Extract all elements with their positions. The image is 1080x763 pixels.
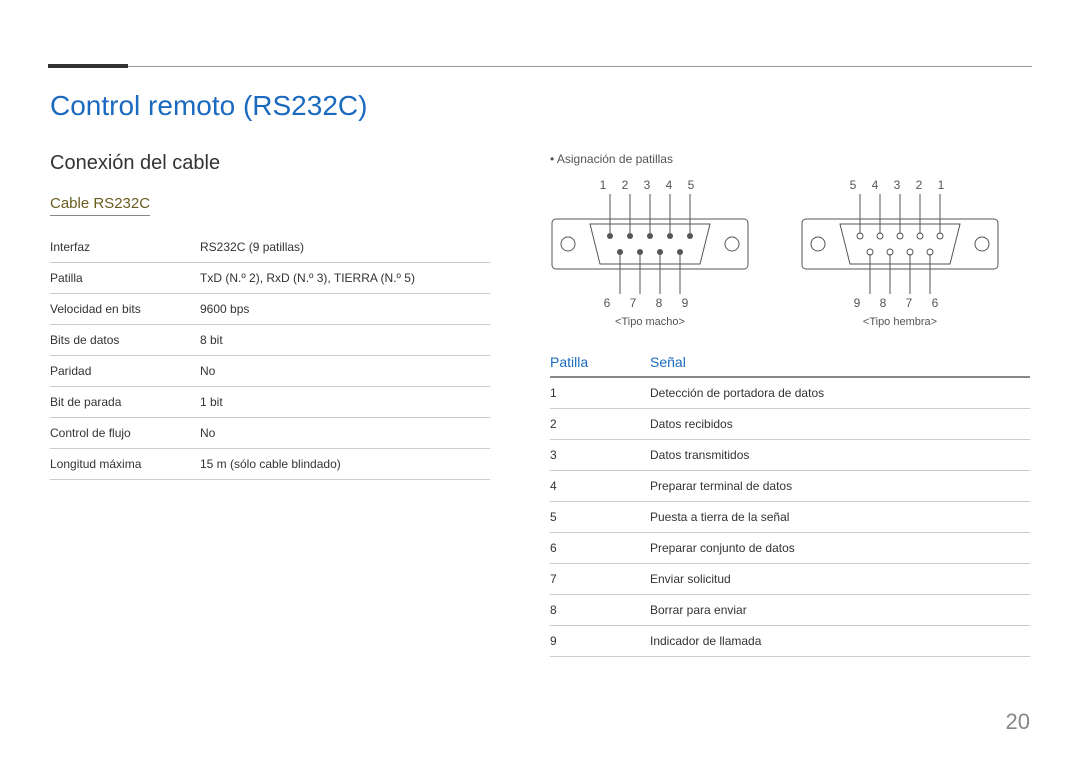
signal-pin: 4 — [550, 471, 650, 502]
spec-row: Bit de parada1 bit — [50, 387, 490, 418]
signal-name: Puesta a tierra de la señal — [650, 502, 1030, 533]
male-pins-bottom: 6 7 8 9 — [604, 296, 697, 310]
signal-table: Patilla Señal 1Detección de portadora de… — [550, 348, 1030, 657]
signal-row: 2Datos recibidos — [550, 409, 1030, 440]
signal-pin: 3 — [550, 440, 650, 471]
spec-value: RS232C (9 patillas) — [200, 232, 490, 263]
signal-name: Enviar solicitud — [650, 564, 1030, 595]
page-number: 20 — [1006, 709, 1030, 735]
signal-pin: 9 — [550, 626, 650, 657]
spec-label: Interfaz — [50, 232, 200, 263]
signal-row: 1Detección de portadora de datos — [550, 377, 1030, 409]
spec-value: TxD (N.º 2), RxD (N.º 3), TIERRA (N.º 5) — [200, 263, 490, 294]
db9-male-icon — [550, 194, 750, 294]
left-column: Conexión del cable Cable RS232C Interfaz… — [50, 152, 490, 657]
signal-row: 3Datos transmitidos — [550, 440, 1030, 471]
header-rule — [128, 66, 1032, 67]
male-pins-top: 1 2 3 4 5 — [600, 178, 701, 192]
spec-value: 1 bit — [200, 387, 490, 418]
female-label: <Tipo hembra> — [863, 316, 937, 328]
spec-label: Control de flujo — [50, 418, 200, 449]
female-pins-bottom: 9 8 7 6 — [854, 296, 947, 310]
content-columns: Conexión del cable Cable RS232C Interfaz… — [50, 152, 1030, 657]
spec-label: Paridad — [50, 356, 200, 387]
spec-table: InterfazRS232C (9 patillas)PatillaTxD (N… — [50, 232, 490, 480]
signal-row: 7Enviar solicitud — [550, 564, 1030, 595]
spec-value: 9600 bps — [200, 294, 490, 325]
signal-name: Datos transmitidos — [650, 440, 1030, 471]
signal-pin: 1 — [550, 377, 650, 409]
signal-header-signal: Señal — [650, 348, 1030, 377]
spec-row: InterfazRS232C (9 patillas) — [50, 232, 490, 263]
pin-assignment-label: Asignación de patillas — [550, 152, 1030, 166]
section-heading: Conexión del cable — [50, 152, 490, 175]
connector-diagrams: 1 2 3 4 5 — [550, 178, 1030, 328]
spec-row: Velocidad en bits9600 bps — [50, 294, 490, 325]
signal-row: 4Preparar terminal de datos — [550, 471, 1030, 502]
page-title: Control remoto (RS232C) — [50, 90, 1030, 122]
female-pins-top: 5 4 3 2 1 — [850, 178, 951, 192]
signal-row: 9Indicador de llamada — [550, 626, 1030, 657]
signal-row: 6Preparar conjunto de datos — [550, 533, 1030, 564]
spec-value: No — [200, 418, 490, 449]
spec-value: No — [200, 356, 490, 387]
male-label: <Tipo macho> — [615, 316, 685, 328]
chapter-marker — [48, 64, 128, 68]
signal-pin: 5 — [550, 502, 650, 533]
signal-row: 5Puesta a tierra de la señal — [550, 502, 1030, 533]
spec-row: Bits de datos8 bit — [50, 325, 490, 356]
spec-label: Longitud máxima — [50, 449, 200, 480]
spec-label: Patilla — [50, 263, 200, 294]
signal-name: Datos recibidos — [650, 409, 1030, 440]
spec-label: Bits de datos — [50, 325, 200, 356]
subsection-heading: Cable RS232C — [50, 195, 150, 216]
right-column: Asignación de patillas 1 2 3 4 5 — [550, 152, 1030, 657]
signal-name: Detección de portadora de datos — [650, 377, 1030, 409]
signal-header-pin: Patilla — [550, 348, 650, 377]
signal-pin: 7 — [550, 564, 650, 595]
spec-label: Bit de parada — [50, 387, 200, 418]
connector-male: 1 2 3 4 5 — [550, 178, 750, 328]
connector-female: 5 4 3 2 1 9 8 7 6 < — [800, 178, 1000, 328]
spec-value: 15 m (sólo cable blindado) — [200, 449, 490, 480]
spec-row: Longitud máxima15 m (sólo cable blindado… — [50, 449, 490, 480]
spec-row: Control de flujoNo — [50, 418, 490, 449]
signal-name: Borrar para enviar — [650, 595, 1030, 626]
db9-female-icon — [800, 194, 1000, 294]
signal-pin: 8 — [550, 595, 650, 626]
spec-row: PatillaTxD (N.º 2), RxD (N.º 3), TIERRA … — [50, 263, 490, 294]
signal-name: Preparar terminal de datos — [650, 471, 1030, 502]
signal-pin: 6 — [550, 533, 650, 564]
spec-label: Velocidad en bits — [50, 294, 200, 325]
spec-row: ParidadNo — [50, 356, 490, 387]
signal-name: Preparar conjunto de datos — [650, 533, 1030, 564]
signal-name: Indicador de llamada — [650, 626, 1030, 657]
signal-pin: 2 — [550, 409, 650, 440]
signal-row: 8Borrar para enviar — [550, 595, 1030, 626]
spec-value: 8 bit — [200, 325, 490, 356]
